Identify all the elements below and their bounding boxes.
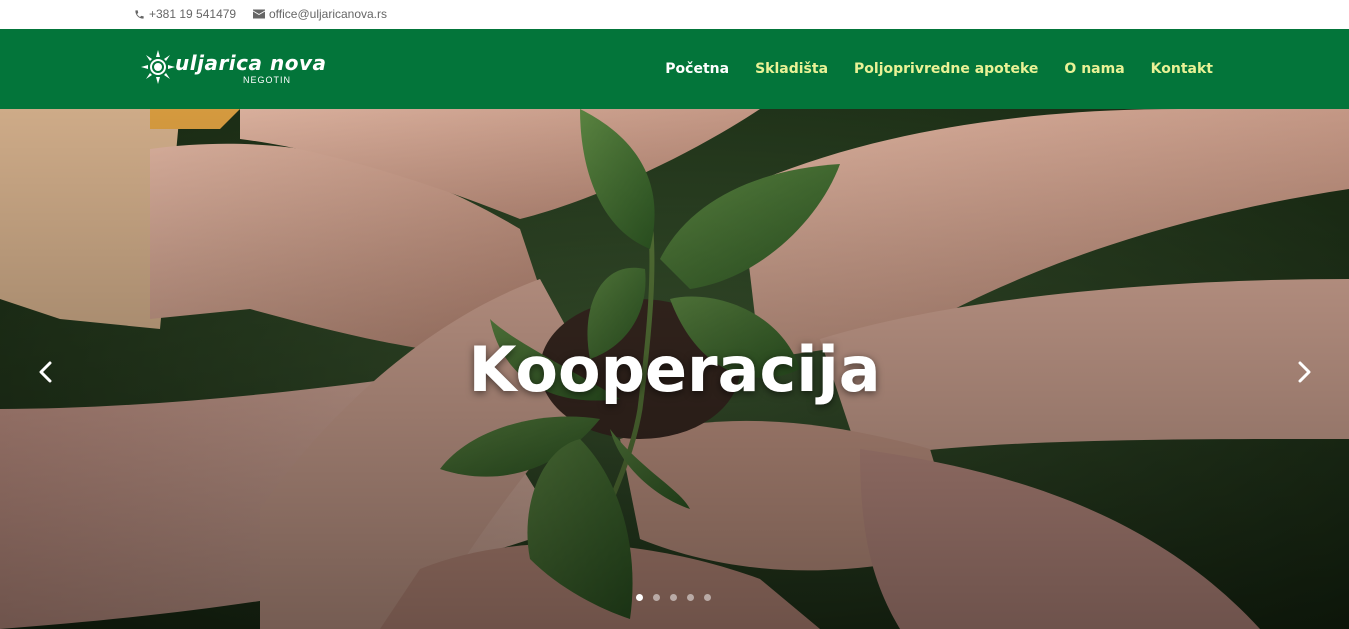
slider-next-button[interactable] [1289,357,1319,387]
nav-item-skladista[interactable]: Skladišta [755,60,828,78]
envelope-icon [253,9,265,19]
nav-item-pocetna[interactable]: Početna [665,60,729,78]
slider-dot-4[interactable] [687,594,694,601]
slider-prev-button[interactable] [31,357,61,387]
nav-item-o-nama[interactable]: O nama [1064,60,1124,78]
slider-dot-3[interactable] [670,594,677,601]
slider-dot-5[interactable] [704,594,711,601]
slide-title: Kooperacija [468,333,881,406]
logo-subtext: NEGOTIN [243,75,292,85]
phone-contact[interactable]: +381 19 541479 [134,6,236,22]
logo-text: uljarica nova [175,51,327,75]
top-bar: +381 19 541479 office@uljaricanova.rs [0,0,1349,29]
chevron-right-icon [1289,361,1319,391]
nav-item-kontakt[interactable]: Kontakt [1151,60,1213,78]
email-contact[interactable]: office@uljaricanova.rs [253,6,387,22]
phone-icon [134,9,145,20]
slider-dot-1[interactable] [636,594,643,601]
slider-pagination [636,594,711,601]
chevron-left-icon [31,361,61,391]
main-navigation: Početna Skladišta Poljoprivredne apoteke… [639,60,1213,78]
slider-dot-2[interactable] [653,594,660,601]
sunflower-icon [141,48,175,90]
hero-slider: Kooperacija [0,109,1349,629]
email-address: office@uljaricanova.rs [269,7,388,21]
nav-item-poljoprivredne-apoteke[interactable]: Poljoprivredne apoteke [854,60,1038,78]
logo[interactable]: uljarica nova NEGOTIN [141,48,326,90]
main-header: uljarica nova NEGOTIN Početna Skladišta … [0,29,1349,109]
phone-number: +381 19 541479 [149,7,237,21]
